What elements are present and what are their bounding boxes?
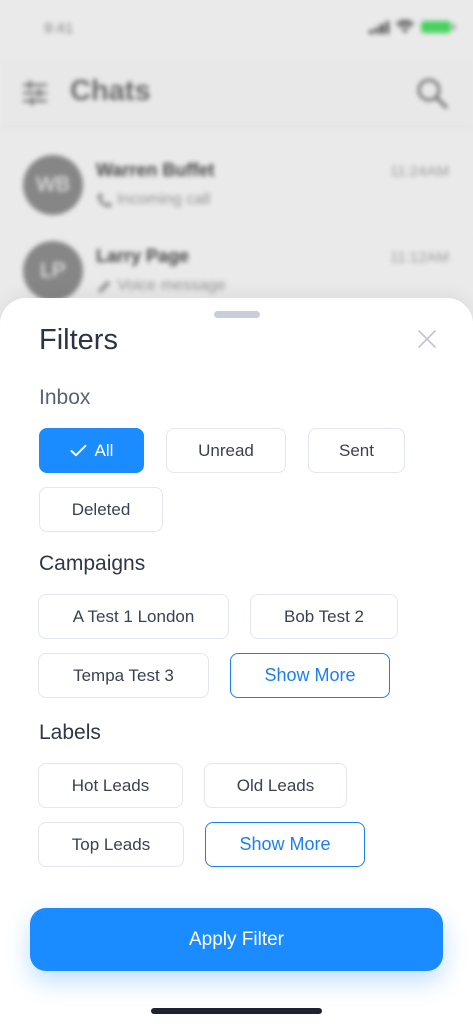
label-option[interactable]: Hot Leads — [38, 763, 183, 808]
campaigns-show-more-button[interactable]: Show More — [230, 653, 390, 698]
checkmark-icon — [70, 444, 87, 457]
chip-label: All — [94, 440, 114, 460]
close-icon[interactable] — [414, 326, 440, 352]
chip-label: Deleted — [71, 499, 131, 519]
inbox-option-unread[interactable]: Unread — [166, 428, 286, 473]
inbox-option-sent[interactable]: Sent — [308, 428, 405, 473]
chip-label: Bob Test 2 — [283, 606, 365, 626]
inbox-section-title: Inbox — [39, 386, 91, 409]
apply-filter-label: Apply Filter — [188, 928, 285, 950]
chip-label: Unread — [198, 440, 254, 460]
home-indicator — [151, 1008, 322, 1014]
campaign-option[interactable]: Bob Test 2 — [250, 594, 398, 639]
sheet-title: Filters — [39, 324, 118, 356]
labels-section-title: Labels — [39, 721, 101, 744]
chip-label: Hot Leads — [71, 775, 150, 795]
chip-label: A Test 1 London — [72, 606, 195, 626]
labels-show-more-button[interactable]: Show More — [205, 822, 365, 867]
inbox-option-deleted[interactable]: Deleted — [39, 487, 163, 532]
chip-label: Top Leads — [71, 834, 151, 854]
label-option[interactable]: Old Leads — [204, 763, 347, 808]
sheet-drag-handle[interactable] — [214, 311, 260, 318]
label-option[interactable]: Top Leads — [38, 822, 184, 867]
chip-label: Sent — [339, 440, 374, 460]
campaign-option[interactable]: A Test 1 London — [38, 594, 229, 639]
show-more-label: Show More — [264, 665, 356, 685]
show-more-label: Show More — [239, 834, 331, 854]
apply-filter-button[interactable]: Apply Filter — [30, 908, 443, 971]
inbox-option-all[interactable]: All — [39, 428, 144, 473]
filters-sheet: Filters Inbox All Unread Sent Deleted Ca… — [0, 298, 473, 1024]
campaign-option[interactable]: Tempa Test 3 — [38, 653, 209, 698]
chip-label: Old Leads — [236, 775, 315, 795]
campaigns-section-title: Campaigns — [39, 552, 146, 575]
chip-label: Tempa Test 3 — [73, 665, 174, 685]
